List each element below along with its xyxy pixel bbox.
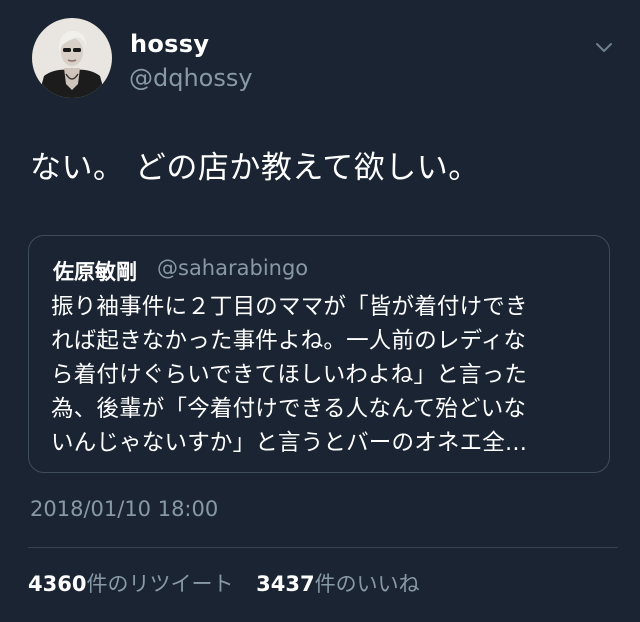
like-count: 3437	[256, 572, 315, 596]
divider	[28, 547, 618, 548]
tweet: hossy @dqhossy ない。 どの店か教えて欲しい。 佐原敏剛 @sah…	[0, 0, 640, 622]
timestamp[interactable]: 2018/01/10 18:00	[30, 497, 218, 521]
author-name[interactable]: hossy	[130, 30, 209, 58]
engagement-stats: 4360件のリツイート 3437件のいいね	[28, 568, 420, 598]
tweet-text: ない。 どの店か教えて欲しい。	[30, 150, 480, 186]
quoted-text-line: れば起きなかった事件よね。一人前のレディな	[51, 328, 527, 354]
retweet-label: 件のリツイート	[86, 572, 234, 596]
retweet-count-link[interactable]: 4360件のリツイート	[28, 568, 233, 598]
quoted-tweet[interactable]: 佐原敏剛 @saharabingo 振り袖事件に２丁目のママが「皆が着付けでき …	[28, 235, 610, 473]
quoted-text-line: ら着付けぐらいできてほしいわよね」と言った	[51, 362, 528, 388]
avatar[interactable]	[32, 18, 112, 98]
like-count-link[interactable]: 3437件のいいね	[256, 568, 419, 598]
quoted-text-line: 振り袖事件に２丁目のママが「皆が着付けでき	[51, 294, 528, 320]
quoted-author-name: 佐原敏剛	[53, 260, 137, 284]
quoted-text-line: 為、後輩が「今着付けできる人なんて殆どいな	[51, 396, 527, 422]
avatar-image	[32, 18, 112, 98]
quoted-text-line: いんじゃないすか」と言うとバーのオネエ全...	[51, 430, 528, 456]
chevron-down-icon[interactable]	[594, 40, 614, 54]
quoted-author-handle: @saharabingo	[157, 256, 309, 280]
quoted-tweet-text: 振り袖事件に２丁目のママが「皆が着付けでき れば起きなかった事件よね。一人前のレ…	[51, 290, 591, 460]
like-label: 件のいいね	[314, 572, 420, 596]
author-handle[interactable]: @dqhossy	[129, 64, 253, 92]
retweet-count: 4360	[28, 572, 87, 596]
